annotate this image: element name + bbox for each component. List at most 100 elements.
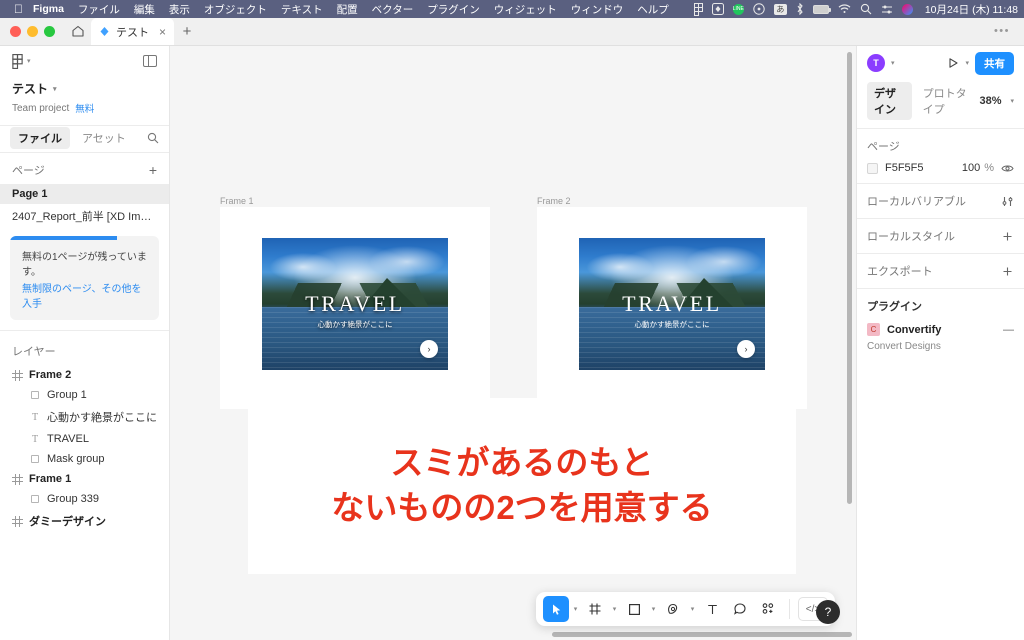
chevron-down-icon[interactable]: ▾: [571, 605, 580, 613]
chevron-down-icon[interactable]: ▾: [610, 605, 619, 613]
note-frame[interactable]: スミがあるのもと ないものの2つを用意する: [248, 398, 796, 574]
components-icon[interactable]: [755, 596, 781, 622]
menu-item-help[interactable]: ヘルプ: [637, 2, 669, 17]
hero-image-1[interactable]: TRAVEL 心動かす絶景がここに ›: [262, 238, 448, 370]
upgrade-banner-link[interactable]: 無制限のページ、その他を入手: [10, 280, 159, 310]
menu-item-vector[interactable]: ベクター: [372, 2, 414, 17]
frame-label-2[interactable]: Frame 2: [537, 196, 571, 206]
help-button[interactable]: ?: [816, 600, 840, 624]
eye-icon[interactable]: [1001, 163, 1014, 174]
chevron-down-icon[interactable]: ▾: [688, 605, 697, 613]
color-hex-value[interactable]: F5F5F5: [885, 162, 924, 174]
siri-icon[interactable]: [901, 2, 913, 16]
menu-item-arrange[interactable]: 配置: [337, 2, 358, 17]
tab-prototype[interactable]: プロトタイプ: [916, 82, 976, 120]
share-button[interactable]: 共有: [975, 51, 1014, 75]
tab-files[interactable]: ファイル: [10, 127, 70, 149]
home-icon[interactable]: [65, 18, 91, 44]
panel-toggle-icon[interactable]: [143, 55, 157, 67]
menu-item-object[interactable]: オブジェクト: [204, 2, 267, 17]
layer-text-subtitle[interactable]: T 心動かす絶景がここに: [0, 405, 169, 429]
plus-icon[interactable]: [1001, 265, 1014, 278]
menu-item-view[interactable]: 表示: [169, 2, 190, 17]
battery-icon[interactable]: [812, 2, 831, 16]
layer-group-339[interactable]: Group 339: [0, 489, 169, 509]
chevron-down-icon[interactable]: ▾: [1010, 97, 1014, 105]
layer-mask-group[interactable]: Mask group: [0, 449, 169, 469]
menubar-clock[interactable]: 10月24日 (木) 11:48: [925, 2, 1018, 17]
close-icon[interactable]: ×: [159, 26, 166, 38]
local-styles-section[interactable]: ローカルスタイル: [857, 218, 1024, 253]
menu-item-plugins[interactable]: プラグイン: [427, 2, 480, 17]
menu-item-edit[interactable]: 編集: [134, 2, 155, 17]
play-circle-icon[interactable]: [753, 2, 765, 16]
avatar[interactable]: T: [867, 54, 885, 72]
plus-icon[interactable]: [1001, 230, 1014, 243]
maximize-window-button[interactable]: [44, 26, 55, 37]
page-item-report[interactable]: 2407_Report_前半 [XD Import] (30-Ju...: [0, 204, 169, 228]
opacity-value[interactable]: 100: [962, 162, 980, 174]
tab-assets[interactable]: アセット: [74, 127, 134, 149]
pen-icon[interactable]: [660, 596, 686, 622]
minimize-window-button[interactable]: [27, 26, 38, 37]
design-canvas[interactable]: Frame 1 TRAVEL 心動かす絶景がここに › Frame 2 TRAV…: [170, 46, 856, 640]
new-tab-button[interactable]: +: [174, 18, 200, 44]
frame-label-1[interactable]: Frame 1: [220, 196, 254, 206]
canvas-vertical-scrollbar[interactable]: [847, 52, 852, 504]
apple-icon[interactable]: : [14, 3, 23, 15]
remove-plugin-button[interactable]: —: [1003, 324, 1014, 336]
zoom-level[interactable]: 38%: [979, 95, 1001, 107]
layer-dummy-design[interactable]: ダミーデザイン: [0, 509, 169, 533]
figma-logo-icon[interactable]: ▾: [12, 53, 31, 69]
comment-icon[interactable]: [727, 596, 753, 622]
play-icon[interactable]: [947, 57, 959, 69]
frame-1[interactable]: TRAVEL 心動かす絶景がここに ›: [220, 207, 490, 409]
rectangle-icon[interactable]: [621, 596, 647, 622]
layer-frame-2[interactable]: Frame 2: [0, 365, 169, 385]
chevron-down-icon[interactable]: ▾: [965, 59, 969, 67]
opacity-group[interactable]: 100 %: [962, 162, 994, 174]
color-swatch[interactable]: [867, 162, 878, 174]
menu-item-figma[interactable]: Figma: [33, 3, 64, 15]
chevron-right-icon[interactable]: ›: [737, 340, 755, 358]
chevron-down-icon[interactable]: ▾: [891, 59, 895, 67]
tab-design[interactable]: デザイン: [867, 82, 912, 120]
layer-frame-1[interactable]: Frame 1: [0, 469, 169, 489]
sliders-icon[interactable]: [1001, 195, 1014, 208]
menu-item-text[interactable]: テキスト: [281, 2, 323, 17]
text-t-icon[interactable]: [699, 596, 725, 622]
export-section[interactable]: エクスポート: [857, 253, 1024, 288]
upgrade-banner[interactable]: 無料の1ページが残っています。 無制限のページ、その他を入手: [10, 236, 159, 320]
search-icon[interactable]: [860, 2, 872, 16]
layer-group-1[interactable]: Group 1: [0, 385, 169, 405]
wifi-icon[interactable]: [838, 2, 851, 16]
plugin-item-convertify[interactable]: C Convertify —: [867, 323, 1014, 336]
bluetooth-icon[interactable]: [796, 2, 804, 16]
search-icon[interactable]: [147, 132, 159, 144]
frame-icon[interactable]: [582, 596, 608, 622]
ime-japanese-icon[interactable]: あ: [773, 2, 787, 16]
dropbox-icon[interactable]: [711, 2, 724, 16]
hero-image-2[interactable]: TRAVEL 心動かす絶景がここに ›: [579, 238, 765, 370]
figma-icon[interactable]: [693, 2, 703, 16]
page-section-header: ページ: [867, 138, 1014, 154]
file-tab-test[interactable]: テスト ×: [91, 18, 175, 45]
control-center-icon[interactable]: [881, 2, 893, 16]
window-menu-icon[interactable]: •••: [994, 25, 1024, 45]
frame-2[interactable]: TRAVEL 心動かす絶景がここに ›: [537, 207, 807, 409]
chevron-down-icon[interactable]: ▾: [649, 605, 658, 613]
local-variables-section[interactable]: ローカルバリアブル: [857, 183, 1024, 218]
menu-item-window[interactable]: ウィンドウ: [571, 2, 624, 17]
page-color-row[interactable]: F5F5F5 100 %: [867, 162, 1014, 174]
menu-item-widgets[interactable]: ウィジェット: [494, 2, 557, 17]
chevron-right-icon[interactable]: ›: [420, 340, 438, 358]
menu-item-file[interactable]: ファイル: [78, 2, 120, 17]
line-icon[interactable]: LINE: [733, 2, 744, 16]
layer-text-travel[interactable]: T TRAVEL: [0, 429, 169, 449]
canvas-horizontal-scrollbar[interactable]: [552, 632, 852, 637]
project-name-row[interactable]: テスト ▾: [12, 80, 157, 97]
cursor-icon[interactable]: [543, 596, 569, 622]
close-window-button[interactable]: [10, 26, 21, 37]
add-page-button[interactable]: +: [149, 163, 157, 177]
page-item-page1[interactable]: Page 1: [0, 184, 169, 204]
